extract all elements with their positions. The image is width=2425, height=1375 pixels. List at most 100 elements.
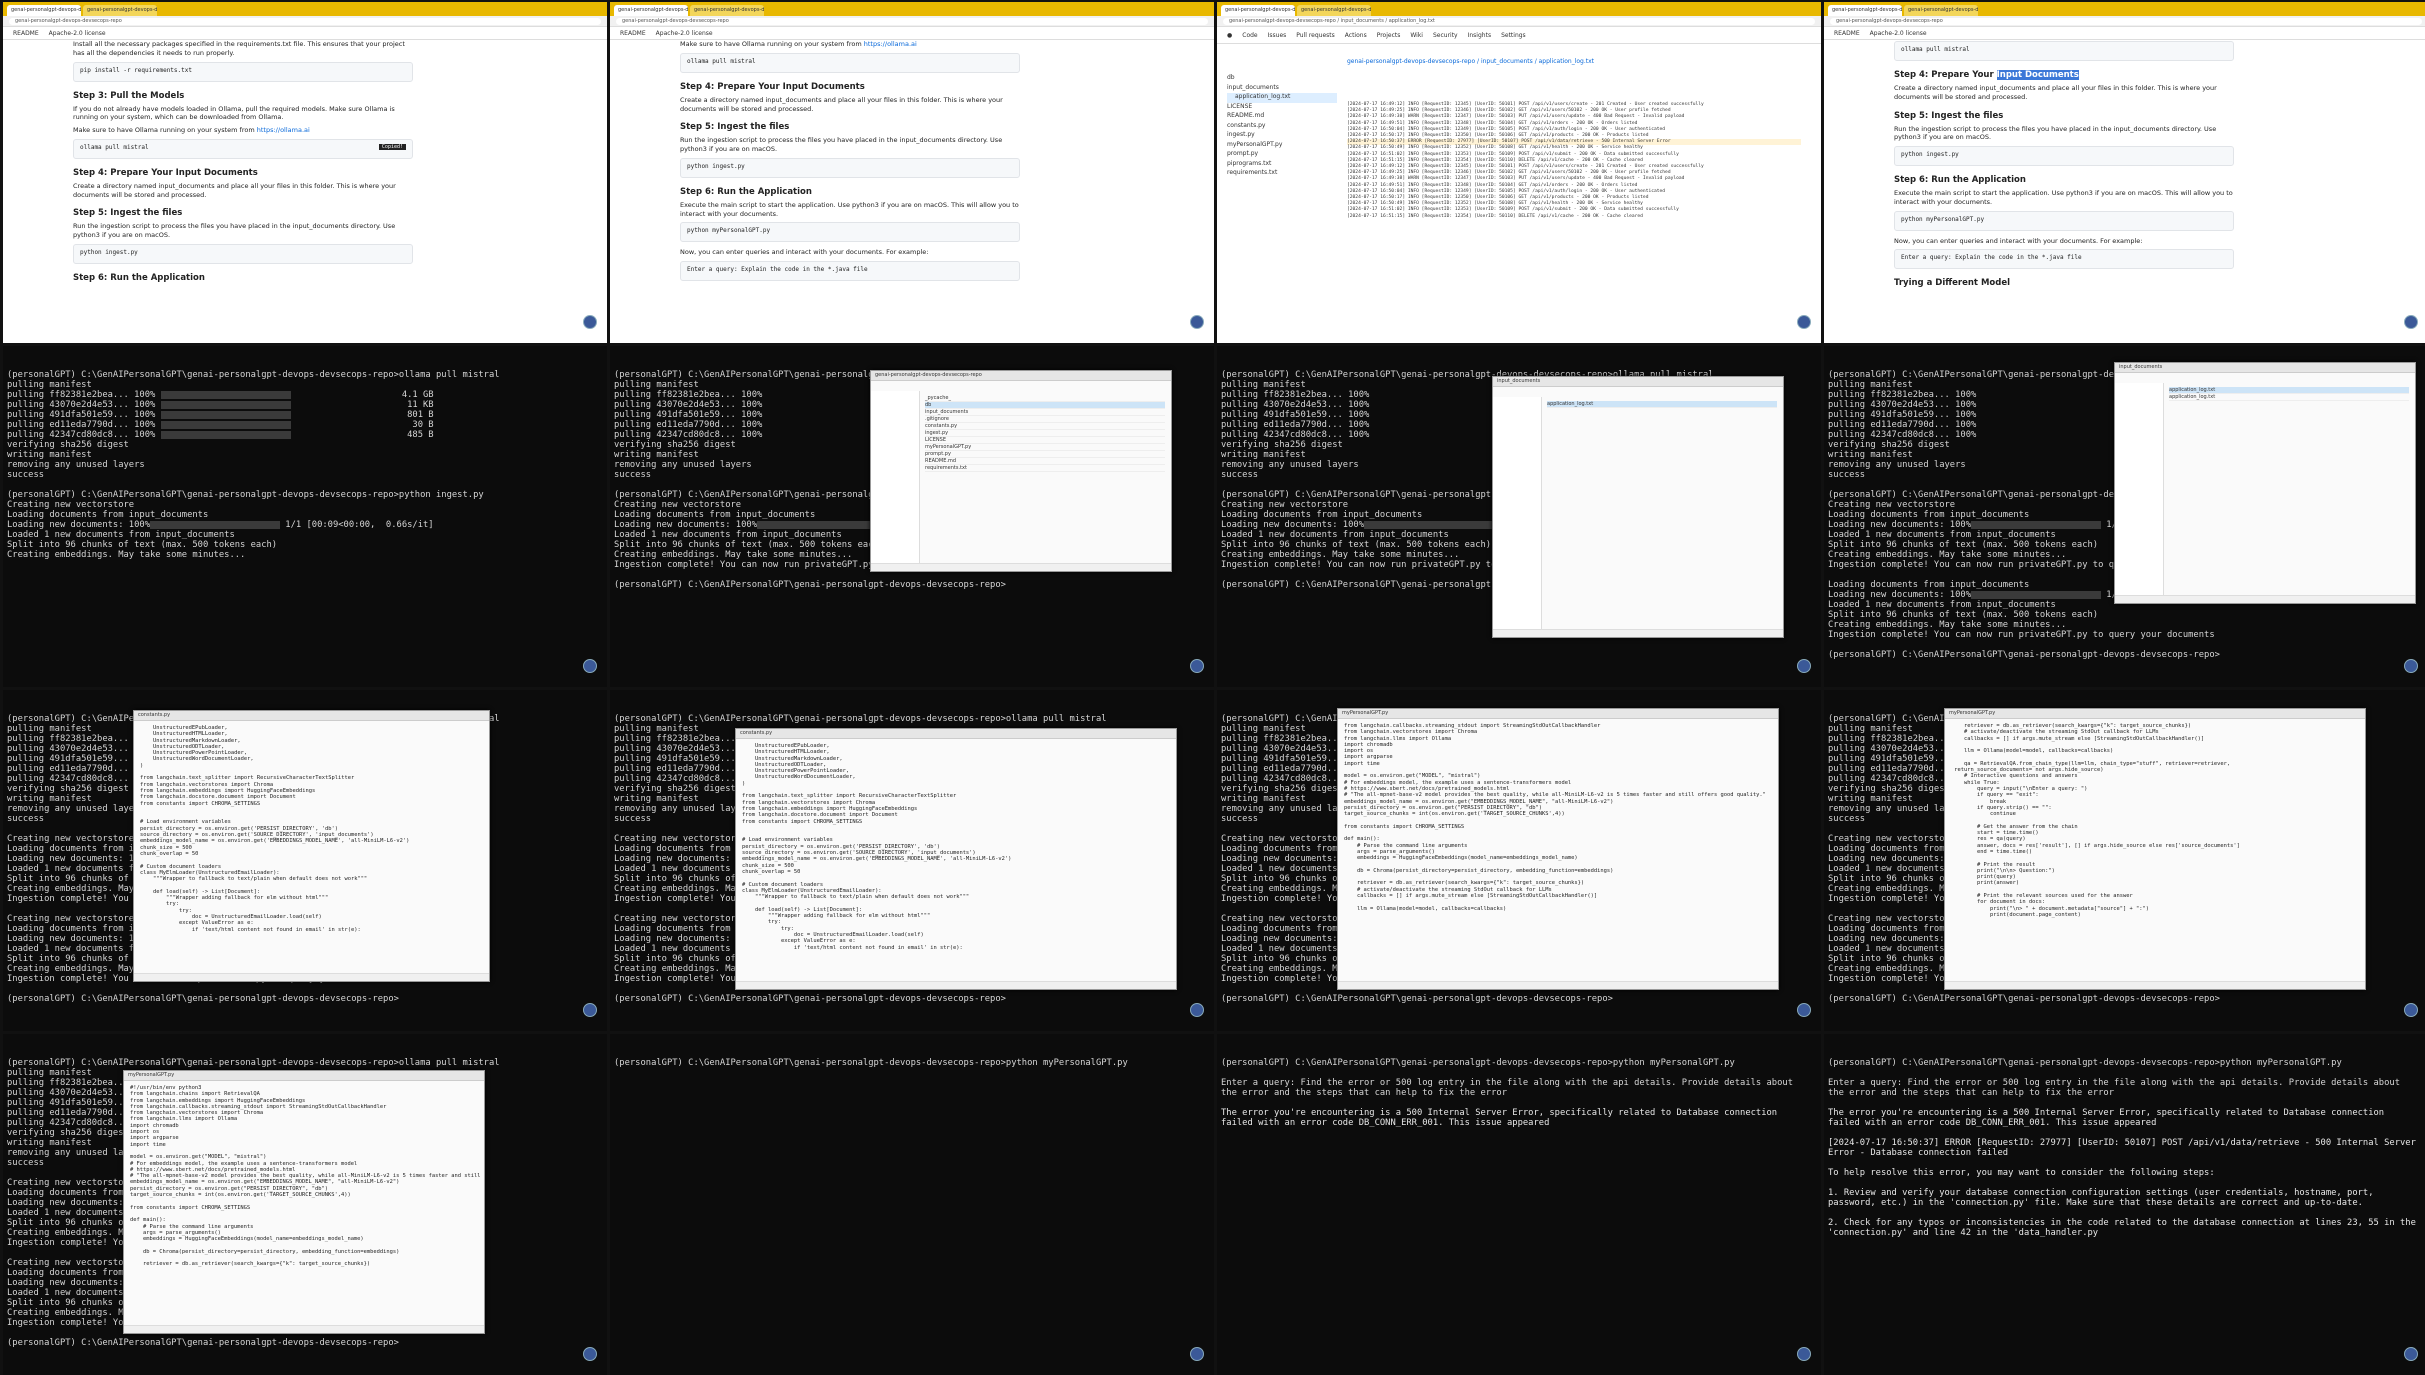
editor-code[interactable]: UnstructuredEPubLoader, UnstructuredHTML… xyxy=(736,739,1176,955)
explorer-item[interactable]: myPersonalGPT.py xyxy=(925,444,1165,451)
repo-tab-wiki[interactable]: Wiki xyxy=(1410,32,1423,39)
explorer-item[interactable]: application_log.txt xyxy=(2169,387,2409,394)
tab-strip: genai-personalgpt-devops-devsecops-repo … xyxy=(1217,2,1821,16)
file-tree-item[interactable]: piprograms.txt xyxy=(1227,160,1337,170)
editor-code[interactable]: #!/usr/bin/env python3 from langchain.ch… xyxy=(124,1081,484,1272)
readme-text: Now, you can enter queries and interact … xyxy=(1894,236,2143,245)
license-tab[interactable]: Apache-2.0 license xyxy=(1870,30,1927,37)
repo-tab-actions[interactable]: Actions xyxy=(1345,32,1367,39)
url-bar[interactable]: genai-personalgpt-devops-devsecops-repo … xyxy=(1217,16,1821,27)
url-text[interactable]: genai-personalgpt-devops-devsecops-repo … xyxy=(1223,17,1815,25)
readme-heading: Trying a Different Model xyxy=(1894,278,2011,289)
tile-r4c2-terminal-run: (personalGPT) C:\GenAIPersonalGPT\genai-… xyxy=(610,1034,1214,1375)
browser-tab[interactable]: genai-personalgpt-devops-devsecops-repo xyxy=(1904,5,1978,16)
browser-tab[interactable]: genai-personalgpt-devops-devsecops-repo xyxy=(1828,5,1902,16)
ollama-link[interactable]: https://ollama.ai xyxy=(257,126,310,134)
file-explorer-window: input_documents application_log.txt appl… xyxy=(2114,362,2416,604)
repo-tab-projects[interactable]: Projects xyxy=(1377,32,1401,39)
repo-tab-code[interactable]: Code xyxy=(1242,32,1257,39)
code-block: python myPersonalGPT.py xyxy=(1894,210,2234,231)
license-tab[interactable]: Apache-2.0 license xyxy=(656,30,713,37)
file-breadcrumb[interactable]: genai-personalgpt-devops-devsecops-repo … xyxy=(1347,58,1594,65)
url-text[interactable]: genai-personalgpt-devops-devsecops-repo xyxy=(9,17,601,25)
editor-title: myPersonalGPT.py xyxy=(1338,709,1778,719)
explorer-status-bar xyxy=(871,563,1171,571)
explorer-item[interactable]: prompt.py xyxy=(925,451,1165,458)
browser-window: genai-personalgpt-devops-devsecops-repo … xyxy=(610,2,1214,343)
terminal-output: (personalGPT) C:\GenAIPersonalGPT\genai-… xyxy=(1824,1034,2425,1375)
editor-code[interactable]: UnstructuredEPubLoader, UnstructuredHTML… xyxy=(134,721,489,937)
readme-heading: Step 6: Run the Application xyxy=(73,272,205,283)
text-editor-window: myPersonalGPT.py retriever = db.as_retri… xyxy=(1944,708,2366,990)
udemy-logo-icon xyxy=(583,315,597,329)
file-tree-item[interactable]: requirements.txt xyxy=(1227,169,1337,179)
repo-tab-insights[interactable]: Insights xyxy=(1468,32,1491,39)
browser-tab[interactable]: genai-personalgpt-devops-devsecops-repo xyxy=(1297,5,1371,16)
explorer-nav-pane xyxy=(1493,397,1542,637)
file-tree: db input_documents application_log.txt L… xyxy=(1227,74,1337,179)
url-text[interactable]: genai-personalgpt-devops-devsecops-repo xyxy=(616,17,1208,25)
repo-tab-issues[interactable]: Issues xyxy=(1268,32,1287,39)
log-file-viewer: [2024-07-17 16:49:12] INFO [RequestID: 1… xyxy=(1347,102,1801,220)
explorer-item[interactable]: LICENSE xyxy=(925,437,1165,444)
file-explorer-window: genai-personalgpt-devops-devsecops-repo … xyxy=(870,370,1172,572)
browser-tab[interactable]: genai-personalgpt-devops-devsecops-repo xyxy=(614,5,688,16)
browser-tab[interactable]: genai-personalgpt-devops-devsecops-repo xyxy=(83,5,157,16)
file-tree-item[interactable]: README.md xyxy=(1227,112,1337,122)
file-tree-item[interactable]: application_log.txt xyxy=(1227,93,1337,103)
readme-tab[interactable]: README xyxy=(1834,30,1860,37)
file-tree-item[interactable]: ingest.py xyxy=(1227,131,1337,141)
browser-tab[interactable]: genai-personalgpt-devops-devsecops-repo xyxy=(690,5,764,16)
readme-tab[interactable]: README xyxy=(13,30,39,37)
file-tree-item[interactable]: prompt.py xyxy=(1227,150,1337,160)
udemy-logo-icon xyxy=(1797,1347,1811,1361)
readme-text: Make sure to have Ollama running on your… xyxy=(680,40,917,48)
explorer-item[interactable]: ingest.py xyxy=(925,430,1165,437)
udemy-logo-icon xyxy=(583,659,597,673)
file-tree-item[interactable]: input_documents xyxy=(1227,84,1337,94)
explorer-title: input_documents xyxy=(1493,377,1783,387)
repo-tab-settings[interactable]: Settings xyxy=(1501,32,1526,39)
explorer-item[interactable]: application_log.txt xyxy=(2169,394,2409,401)
explorer-file-list: _pycache_ db input_documents .gitignore … xyxy=(925,395,1165,472)
url-bar[interactable]: genai-personalgpt-devops-devsecops-repo xyxy=(610,16,1214,27)
explorer-item[interactable]: input_documents xyxy=(925,409,1165,416)
explorer-item[interactable]: constants.py xyxy=(925,423,1165,430)
udemy-logo-icon xyxy=(1190,315,1204,329)
repo-tab-security[interactable]: Security xyxy=(1433,32,1458,39)
editor-status-bar xyxy=(1945,981,2365,989)
github-logo-icon[interactable]: ● xyxy=(1227,32,1232,39)
readme-heading: Step 4: Prepare Your Input Documents xyxy=(680,81,865,92)
url-bar[interactable]: genai-personalgpt-devops-devsecops-repo xyxy=(3,16,607,27)
ollama-link[interactable]: https://ollama.ai xyxy=(864,40,917,48)
url-bar[interactable]: genai-personalgpt-devops-devsecops-repo xyxy=(1824,16,2425,27)
explorer-title: input_documents xyxy=(2115,363,2415,373)
explorer-item[interactable]: README.md xyxy=(925,458,1165,465)
browser-window: genai-personalgpt-devops-devsecops-repo … xyxy=(3,2,607,343)
browser-tab[interactable]: genai-personalgpt-devops-devsecops-repo xyxy=(7,5,81,16)
readme-heading: Step 6: Run the Application xyxy=(680,186,812,197)
editor-code[interactable]: from langchain.callbacks.streaming_stdou… xyxy=(1338,719,1778,916)
file-tree-item[interactable]: LICENSE xyxy=(1227,103,1337,113)
file-tree-item[interactable]: db xyxy=(1227,74,1337,84)
license-tab[interactable]: Apache-2.0 license xyxy=(49,30,106,37)
url-text[interactable]: genai-personalgpt-devops-devsecops-repo xyxy=(1830,17,2422,25)
file-explorer-window: input_documents application_log.txt xyxy=(1492,376,1784,638)
readme-text: If you do not already have models loaded… xyxy=(73,104,395,122)
explorer-item[interactable]: .gitignore xyxy=(925,416,1165,423)
editor-code[interactable]: retriever = db.as_retriever(search_kwarg… xyxy=(1945,719,2365,922)
explorer-item[interactable]: db xyxy=(925,402,1165,409)
readme-tab[interactable]: README xyxy=(620,30,646,37)
readme-text: Run the ingestion script to process the … xyxy=(73,222,396,240)
explorer-item[interactable]: requirements.txt xyxy=(925,465,1165,472)
tab-strip: genai-personalgpt-devops-devsecops-repo … xyxy=(610,2,1214,16)
explorer-item[interactable]: application_log.txt xyxy=(1547,401,1777,408)
file-tree-item[interactable]: myPersonalGPT.py xyxy=(1227,141,1337,151)
code-block: python myPersonalGPT.py xyxy=(680,222,1020,243)
repo-tab-pulls[interactable]: Pull requests xyxy=(1296,32,1335,39)
file-tree-item[interactable]: constants.py xyxy=(1227,122,1337,132)
browser-tab[interactable]: genai-personalgpt-devops-devsecops-repo xyxy=(1221,5,1295,16)
explorer-file-list: application_log.txt application_log.txt xyxy=(2169,387,2409,401)
explorer-item[interactable]: _pycache_ xyxy=(925,395,1165,402)
terminal-output: (personalGPT) C:\GenAIPersonalGPT\genai-… xyxy=(610,1034,1214,1375)
